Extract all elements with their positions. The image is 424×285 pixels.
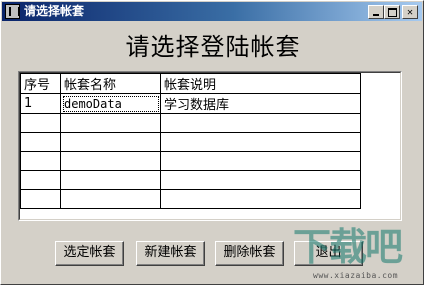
column-header-name[interactable]: 帐套名称 [60, 73, 161, 94]
cell-index[interactable] [20, 151, 61, 171]
cell-index[interactable] [20, 170, 61, 190]
column-header-description[interactable]: 帐套说明 [160, 73, 361, 94]
minimize-button[interactable] [368, 5, 384, 19]
cell-name[interactable]: demoData [60, 93, 161, 114]
cell-index[interactable]: 1 [20, 93, 61, 114]
page-heading: 请选择登陆帐套 [125, 33, 301, 61]
close-button[interactable] [402, 5, 418, 19]
cell-index[interactable] [20, 189, 61, 209]
cell-description[interactable]: 学习数据库 [160, 93, 361, 114]
table-row[interactable]: 1 demoData 学习数据库 [20, 93, 361, 114]
cell-description[interactable] [160, 132, 361, 152]
maximize-button[interactable] [384, 5, 400, 19]
table-row[interactable] [20, 113, 361, 133]
delete-account-button[interactable]: 删除帐套 [215, 241, 284, 266]
table-row[interactable] [20, 189, 361, 209]
window-title: 请选择帐套 [24, 4, 85, 18]
cell-name[interactable] [60, 113, 161, 133]
title-bar[interactable]: 请选择帐套 [2, 2, 422, 21]
account-set-grid[interactable]: 序号 帐套名称 帐套说明 1 demoData 学习数据库 [18, 71, 402, 221]
cell-index[interactable] [20, 132, 61, 152]
cell-description[interactable] [160, 113, 361, 133]
watermark-url: www.xiazaiba.com [313, 271, 399, 280]
grid-viewport: 序号 帐套名称 帐套说明 1 demoData 学习数据库 [19, 72, 401, 220]
column-header-index[interactable]: 序号 [20, 73, 61, 94]
cell-description[interactable] [160, 151, 361, 171]
table-row[interactable] [20, 132, 361, 152]
table-header-row: 序号 帐套名称 帐套说明 [20, 73, 361, 94]
cell-name[interactable] [60, 189, 161, 209]
table-row[interactable] [20, 170, 361, 190]
select-account-button[interactable]: 选定帐套 [55, 241, 124, 266]
dialog-window: 请选择帐套 请选择登陆帐套 序号 帐套名称 帐套说明 1 demoData [0, 0, 424, 285]
cell-description[interactable] [160, 189, 361, 209]
account-set-table: 序号 帐套名称 帐套说明 1 demoData 学习数据库 [20, 73, 361, 209]
cell-index[interactable] [20, 113, 61, 133]
table-row[interactable] [20, 151, 361, 171]
exit-button[interactable]: 退出 [294, 241, 363, 266]
new-account-button[interactable]: 新建帐套 [136, 241, 205, 266]
cell-name[interactable] [60, 170, 161, 190]
cell-description[interactable] [160, 170, 361, 190]
cell-name[interactable] [60, 132, 161, 152]
app-icon [5, 4, 20, 19]
cell-name[interactable] [60, 151, 161, 171]
